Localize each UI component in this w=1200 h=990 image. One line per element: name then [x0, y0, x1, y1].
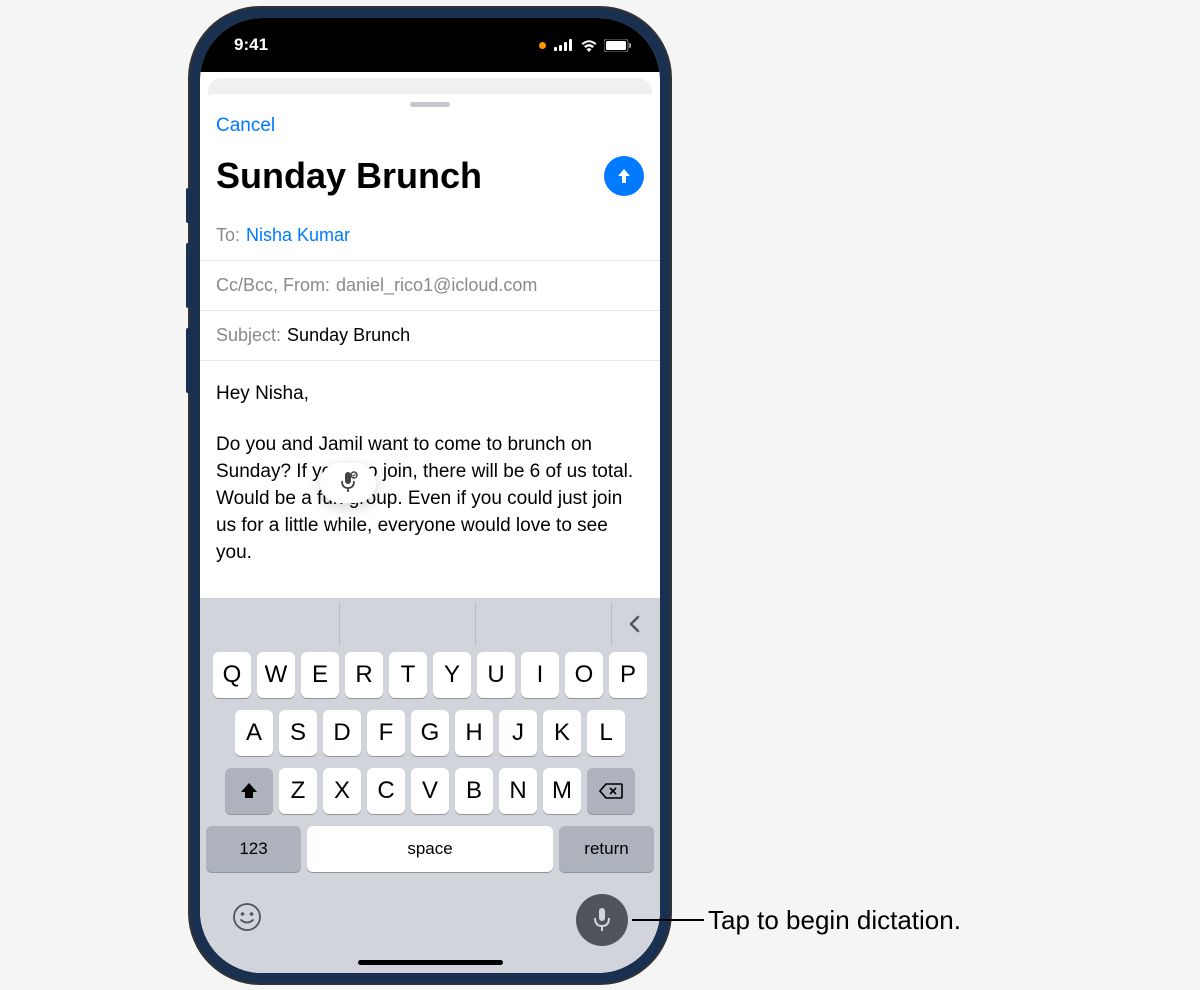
- suggestion-3[interactable]: [476, 602, 612, 646]
- key-i[interactable]: I: [521, 652, 559, 698]
- volume-up-button[interactable]: [186, 243, 190, 308]
- key-f[interactable]: F: [367, 710, 405, 756]
- collapse-suggestions-button[interactable]: [612, 615, 656, 633]
- subject-field[interactable]: Subject: Sunday Brunch: [200, 311, 660, 361]
- key-k[interactable]: K: [543, 710, 581, 756]
- recipient-chip[interactable]: Nisha Kumar: [246, 225, 350, 246]
- key-n[interactable]: N: [499, 768, 537, 814]
- key-t[interactable]: T: [389, 652, 427, 698]
- subject-value: Sunday Brunch: [287, 325, 410, 346]
- suggestion-2[interactable]: [340, 602, 476, 646]
- key-u[interactable]: U: [477, 652, 515, 698]
- wifi-icon: [580, 39, 598, 52]
- dictation-button[interactable]: [576, 894, 628, 946]
- volume-down-button[interactable]: [186, 328, 190, 393]
- from-address: daniel_rico1@icloud.com: [336, 275, 537, 296]
- key-e[interactable]: E: [301, 652, 339, 698]
- mic-icon: [591, 906, 613, 934]
- phone-frame: 9:41 Cancel: [190, 8, 670, 983]
- compose-title: Sunday Brunch: [216, 155, 482, 197]
- key-h[interactable]: H: [455, 710, 493, 756]
- compose-sheet: Cancel Sunday Brunch To: Nisha Kumar Cc/…: [200, 94, 660, 973]
- cc-bcc-from-field[interactable]: Cc/Bcc, From: daniel_rico1@icloud.com: [200, 261, 660, 311]
- dictation-pill[interactable]: [320, 463, 376, 503]
- arrow-up-icon: [614, 166, 634, 186]
- return-key[interactable]: return: [559, 826, 654, 872]
- shift-icon: [239, 782, 259, 800]
- body-text: Do you and Jamil want to come to brunch …: [216, 432, 644, 567]
- chevron-left-icon: [628, 615, 640, 633]
- key-p[interactable]: P: [609, 652, 647, 698]
- keyboard: QWERTYUIOP ASDFGHJKL ZXCVBNM 123 space r…: [200, 598, 660, 973]
- key-w[interactable]: W: [257, 652, 295, 698]
- key-l[interactable]: L: [587, 710, 625, 756]
- delete-key[interactable]: [587, 768, 635, 814]
- key-v[interactable]: V: [411, 768, 449, 814]
- mic-in-use-indicator: [539, 42, 546, 49]
- key-o[interactable]: O: [565, 652, 603, 698]
- delete-icon: [599, 782, 623, 800]
- status-time: 9:41: [234, 35, 268, 55]
- key-j[interactable]: J: [499, 710, 537, 756]
- space-key[interactable]: space: [307, 826, 553, 872]
- key-g[interactable]: G: [411, 710, 449, 756]
- key-a[interactable]: A: [235, 710, 273, 756]
- key-q[interactable]: Q: [213, 652, 251, 698]
- key-m[interactable]: M: [543, 768, 581, 814]
- message-body[interactable]: Hey Nisha, Do you and Jamil want to come…: [200, 361, 660, 598]
- key-s[interactable]: S: [279, 710, 317, 756]
- body-greeting: Hey Nisha,: [216, 381, 644, 408]
- cellular-signal-icon: [554, 39, 574, 51]
- callout-line: [632, 919, 704, 921]
- to-field[interactable]: To: Nisha Kumar: [200, 211, 660, 261]
- key-c[interactable]: C: [367, 768, 405, 814]
- to-label: To:: [216, 225, 240, 246]
- key-y[interactable]: Y: [433, 652, 471, 698]
- key-z[interactable]: Z: [279, 768, 317, 814]
- emoji-button[interactable]: [232, 902, 262, 939]
- mic-icon: [338, 471, 358, 495]
- notch: [348, 18, 513, 54]
- send-button[interactable]: [604, 156, 644, 196]
- suggestion-bar: [204, 602, 656, 646]
- cancel-button[interactable]: Cancel: [216, 115, 275, 137]
- key-b[interactable]: B: [455, 768, 493, 814]
- key-d[interactable]: D: [323, 710, 361, 756]
- silent-switch[interactable]: [186, 188, 190, 223]
- emoji-icon: [232, 902, 262, 932]
- subject-label: Subject:: [216, 325, 281, 346]
- cc-bcc-from-label: Cc/Bcc, From:: [216, 275, 330, 296]
- battery-icon: [604, 39, 632, 52]
- suggestion-1[interactable]: [204, 602, 340, 646]
- callout-text: Tap to begin dictation.: [708, 905, 961, 936]
- sheet-grabber[interactable]: [410, 102, 450, 107]
- key-x[interactable]: X: [323, 768, 361, 814]
- numbers-key[interactable]: 123: [206, 826, 301, 872]
- home-indicator[interactable]: [358, 960, 503, 965]
- shift-key[interactable]: [225, 768, 273, 814]
- key-r[interactable]: R: [345, 652, 383, 698]
